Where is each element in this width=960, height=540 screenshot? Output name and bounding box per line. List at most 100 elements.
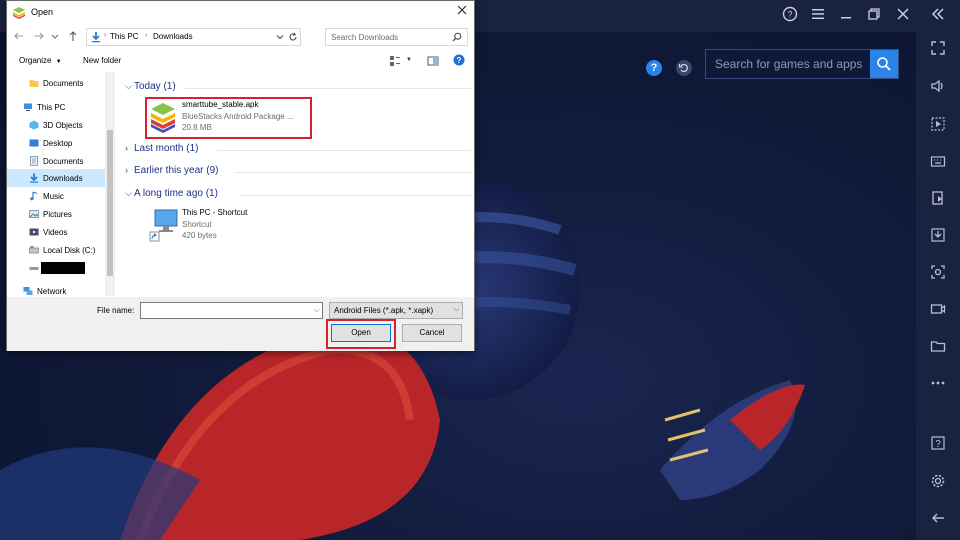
group-divider [239,195,471,196]
downloads-icon [30,173,38,183]
dialog-titlebar: Open [7,1,474,25]
group-divider [235,172,471,173]
file-item-this-pc-shortcut[interactable]: This PC - Shortcut Shortcut 420 bytes [143,206,313,246]
chevron-down-icon: ⌵ [125,188,132,198]
group-header-earlier-this-year[interactable]: › Earlier this year (9) [121,164,471,180]
help-icon[interactable]: ? [928,435,948,455]
videos-icon [29,228,39,236]
chevron-down-icon: ▼ [55,59,62,65]
nav-item-network[interactable]: Network [7,282,107,296]
help-icon[interactable]: ? [453,54,465,66]
file-type-select[interactable]: Android Files (*.apk, *.xapk) ⌵ [329,302,463,319]
breadcrumb-separator: › [104,32,107,39]
scrollbar-thumb[interactable] [107,130,113,276]
downloads-location-icon [92,32,100,43]
new-folder-button[interactable]: New folder [83,56,121,65]
group-header-long-time-ago[interactable]: ⌵ A long time ago (1) [121,187,471,203]
app-search-input[interactable] [706,50,872,78]
chevron-right-icon: › [125,143,128,153]
refresh-icon[interactable] [676,60,692,76]
chevron-right-icon: › [125,165,128,175]
collapse-sidebar-icon[interactable] [928,6,948,26]
close-icon[interactable] [893,6,913,26]
cancel-button[interactable]: Cancel [402,324,462,342]
nav-item-redacted-drive[interactable] [7,259,107,277]
breadcrumb-separator: › [145,32,148,39]
pictures-icon [29,210,39,218]
video-icon[interactable] [928,301,948,321]
nav-item-3d-objects[interactable]: 3D Objects [7,116,107,134]
folder-search-input[interactable] [326,29,446,45]
view-options-chevron-icon[interactable]: ▼ [406,57,412,63]
folder-search-box [325,28,468,46]
file-name-input[interactable] [140,302,323,319]
address-bar[interactable]: › This PC › Downloads [86,28,301,46]
shortcut-icon [149,209,178,242]
back-arrow-icon[interactable] [13,30,25,44]
folder-icon[interactable] [928,338,948,358]
group-header-today[interactable]: ⌵ Today (1) [121,80,471,96]
computer-icon [24,103,32,111]
network-icon [23,287,33,295]
nav-pane-scrollbar[interactable] [105,72,115,296]
address-dropdown-icon[interactable] [276,33,284,41]
nav-item-music[interactable]: Music [7,187,107,205]
group-header-last-month[interactable]: › Last month (1) [121,142,471,158]
help-icon[interactable]: ? [646,60,662,76]
nav-item-downloads[interactable]: Downloads [7,169,107,187]
forward-arrow-icon[interactable] [33,30,45,44]
minimize-icon[interactable] [836,6,856,26]
settings-icon[interactable] [928,473,948,493]
nav-item-desktop[interactable]: Desktop [7,134,107,152]
address-row: › This PC › Downloads [7,26,474,48]
file-name-label: File name: [97,306,135,315]
breadcrumb-downloads[interactable]: Downloads [153,32,193,41]
open-button-highlight-box [326,319,396,349]
organize-label: Organize [19,56,52,65]
nav-item-local-disk[interactable]: Local Disk (C:) [7,241,107,259]
nav-item-videos[interactable]: Videos [7,223,107,241]
dialog-bottom-pane: File name: ⌵ Android Files (*.apk, *.xap… [7,297,474,351]
help-icon[interactable]: ? [780,6,800,26]
breadcrumb-this-pc[interactable]: This PC [110,32,138,41]
bluestacks-app-icon [13,7,25,19]
nav-item-this-pc[interactable]: This PC [7,98,107,116]
search-icon [877,57,891,71]
search-button[interactable] [870,50,898,78]
navigation-pane: Documents This PC 3D Objects Desktop Doc… [7,72,115,296]
nav-item-documents[interactable]: Documents [7,152,107,170]
menu-icon[interactable] [808,6,828,26]
refresh-icon[interactable] [288,32,298,42]
fullscreen-icon[interactable] [928,40,948,60]
view-options-icon[interactable] [389,55,401,67]
svg-text:?: ? [457,56,462,65]
up-arrow-icon[interactable] [67,30,79,44]
group-divider [185,88,471,89]
keyboard-icon[interactable] [928,153,948,173]
organize-button[interactable]: Organize ▼ [19,56,62,65]
nav-item-pictures[interactable]: Pictures [7,205,107,223]
svg-text:?: ? [935,439,941,450]
more-icon[interactable] [928,375,948,395]
back-icon[interactable] [928,510,948,530]
screen-record-icon[interactable] [928,116,948,136]
app-search-box [705,49,899,79]
drive-icon [29,267,39,270]
dialog-toolbar: Organize ▼ New folder ▼ ? [7,51,474,71]
drive-icon [29,246,39,254]
volume-icon[interactable] [928,78,948,98]
search-icon [452,32,462,42]
nav-item-documents-quick[interactable]: Documents [7,74,107,92]
install-apk-icon[interactable] [928,190,948,210]
import-icon[interactable] [928,227,948,247]
group-divider [217,150,471,151]
preview-pane-icon[interactable] [427,55,439,67]
folder-icon [29,80,39,87]
dialog-close-icon[interactable] [454,4,470,20]
file-name-dropdown-icon[interactable]: ⌵ [311,303,322,318]
recent-locations-chevron-icon[interactable] [49,30,61,44]
restore-icon[interactable] [864,6,884,26]
desktop-icon [29,139,39,147]
screenshot-icon[interactable] [928,264,948,284]
redacted-label [41,262,85,274]
